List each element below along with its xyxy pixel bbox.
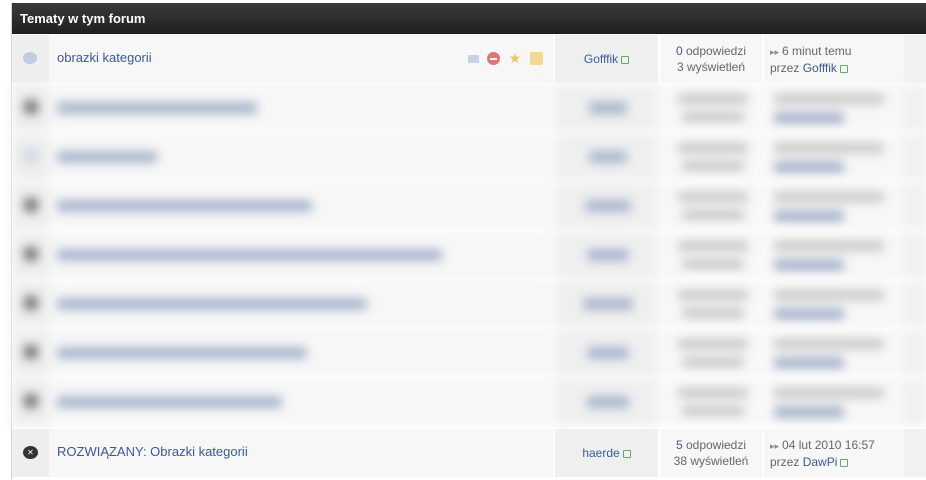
speech-bubble-icon [23,52,37,64]
topic-title-link[interactable]: ROZWIĄZANY: Obrazki kategorii [57,444,248,459]
star-icon[interactable]: ★ [509,51,522,65]
topic-row: ✕ ROZWIĄZANY: Obrazki kategorii haerde 5… [12,428,926,477]
speech-bubble-x-icon: ✕ [23,446,38,459]
topic-title-cell: ROZWIĄZANY: Obrazki kategorii [49,429,553,477]
blurred-topic-row [12,279,926,328]
replies-label: odpowiedzi [685,44,747,58]
blurred-topic-row [12,328,926,377]
table-header: Tematy w tym forum [12,3,926,34]
row-end-cell [904,35,926,83]
last-post-by-label: przez [770,61,800,75]
topics-table: Tematy w tym forum obrazki kategorii ★ G… [11,3,926,480]
last-post-cell: ▸▸ 04 lut 2010 16:57 przez DawPi [764,429,904,477]
go-to-last-post-icon[interactable]: ▸▸ [770,441,779,451]
replies-label: odpowiedzi [685,438,747,452]
topic-row: obrazki kategorii ★ Gofffik 0 odpowiedzi… [12,34,926,83]
last-post-cell: ▸▸ 6 minut temu przez Gofffik [764,35,904,83]
topic-status-cell: ✕ [12,429,49,477]
external-link-icon [621,55,630,64]
last-post-by-label: przez [770,455,800,469]
blurred-topic-row [12,377,926,426]
replies-count[interactable]: 5 [676,438,683,452]
author-link[interactable]: haerde [582,446,619,460]
blurred-topic-row [12,132,926,181]
external-link-icon [839,64,848,73]
author-link[interactable]: Gofffik [584,52,618,66]
go-to-last-post-icon[interactable]: ▸▸ [770,47,779,57]
topic-stats-cell: 5 odpowiedzi 38 wyświetleń [660,429,762,477]
blurred-topic-row [12,181,926,230]
topic-tools: ★ [463,51,543,66]
stop-icon[interactable] [487,52,501,66]
topic-author-cell: haerde [555,429,658,477]
blurred-topic-row [12,83,926,132]
topic-title-cell: obrazki kategorii ★ [49,35,553,83]
last-post-time: 6 minut temu [782,44,852,58]
lock-icon[interactable] [530,52,543,66]
blurred-topic-row [12,230,926,279]
last-post-time: 04 lut 2010 16:57 [782,438,875,452]
row-end-cell [904,429,926,477]
external-link-icon [840,458,849,467]
views-count: 38 wyświetleń [673,454,749,468]
table-header-title: Tematy w tym forum [20,11,146,26]
last-post-author-link[interactable]: DawPi [803,455,838,469]
topic-stats-cell: 0 odpowiedzi 3 wyświetleń [660,35,762,83]
message-icon[interactable] [467,54,479,63]
topic-author-cell: Gofffik [555,35,658,83]
views-count: 3 wyświetleń [676,60,746,74]
last-post-author-link[interactable]: Gofffik [803,61,837,75]
topic-title-link[interactable]: obrazki kategorii [57,50,152,65]
replies-count[interactable]: 0 [676,44,683,58]
external-link-icon [622,449,631,458]
topic-status-cell [12,35,49,83]
